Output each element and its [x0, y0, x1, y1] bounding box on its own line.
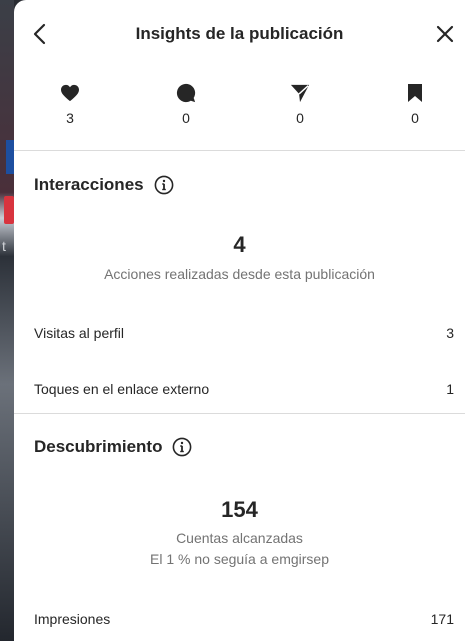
info-icon[interactable] — [154, 175, 174, 195]
metric-row: Impresiones 171 — [34, 611, 454, 627]
bookmark-icon — [408, 84, 422, 102]
modal-title: Insights de la publicación — [135, 24, 344, 43]
stat-saves: 0 — [395, 82, 435, 126]
heart-icon — [61, 84, 79, 102]
saves-count: 0 — [411, 110, 419, 126]
post-insights-modal: Insights de la publicación 3 0 0 0 Inter… — [14, 0, 465, 641]
comment-icon — [176, 83, 196, 103]
metric-label: Impresiones — [34, 611, 111, 627]
metric-row: Visitas al perfil 3 — [34, 325, 454, 341]
background-element — [4, 196, 14, 224]
interactions-total: 4 — [233, 232, 246, 257]
metric-row: Toques en el enlace externo 1 — [34, 381, 454, 397]
stat-shares: 0 — [280, 82, 320, 126]
modal-header: Insights de la publicación — [14, 0, 465, 68]
background-element: t — [2, 238, 6, 254]
close-icon — [436, 25, 454, 43]
discovery-note: El 1 % no seguía a emgirsep — [150, 551, 329, 567]
interactions-title: Interacciones — [34, 175, 144, 194]
metric-label: Toques en el enlace externo — [34, 381, 210, 397]
comments-count: 0 — [182, 110, 190, 126]
metric-value: 171 — [430, 611, 454, 627]
discovery-title: Descubrimiento — [34, 437, 163, 456]
discovery-total-label: Cuentas alcanzadas — [176, 530, 303, 546]
section-divider — [14, 413, 465, 414]
discovery-total: 154 — [221, 497, 258, 522]
share-icon — [290, 84, 310, 103]
stat-likes: 3 — [50, 82, 90, 126]
info-icon[interactable] — [172, 437, 192, 457]
interactions-heading: Interacciones — [34, 175, 174, 195]
background-page: t — [0, 0, 14, 641]
metric-value: 1 — [446, 381, 454, 397]
interactions-total-label: Acciones realizadas desde esta publicaci… — [104, 266, 375, 282]
background-element — [6, 140, 14, 174]
discovery-heading: Descubrimiento — [34, 437, 192, 457]
metric-value: 3 — [446, 325, 454, 341]
likes-count: 3 — [66, 110, 74, 126]
metric-label: Visitas al perfil — [34, 325, 125, 341]
stat-comments: 0 — [166, 82, 206, 126]
engagement-stats: 3 0 0 0 — [14, 68, 465, 151]
close-button[interactable] — [429, 18, 461, 50]
shares-count: 0 — [296, 110, 304, 126]
